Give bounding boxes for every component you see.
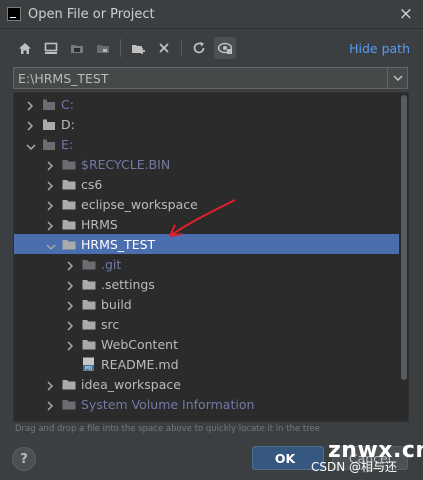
tree-scrollbar[interactable] [401,95,407,380]
tree-folder-item[interactable]: $RECYCLE.BIN [14,154,399,174]
title-bar: Open File or Project × [0,0,423,29]
chevron-right-icon[interactable] [26,99,36,111]
tree-item-label: HRMS_TEST [81,236,156,252]
module-folder-button[interactable] [92,37,114,59]
tree-item-label: D: [61,116,75,132]
tree-folder-item[interactable]: D: [14,114,399,134]
help-button[interactable]: ? [12,447,36,471]
path-history-dropdown[interactable] [387,68,407,88]
tree-folder-item[interactable]: src [14,314,399,334]
folder-icon [62,159,76,170]
annotation-arrow [169,199,236,237]
chevron-right-icon[interactable] [66,339,76,351]
new-folder-icon [131,44,145,54]
tree-item-label: C: [61,96,74,112]
close-button[interactable]: × [399,4,413,24]
drive-icon [42,99,56,110]
folder-icon [62,399,76,410]
toolbar-separator [181,39,182,57]
project-folder-button[interactable] [66,37,88,59]
tree-item-label: README.md [101,356,179,372]
tree-folder-item[interactable]: cs6 [14,174,399,194]
folder-icon [62,219,76,230]
tree-item-label: build [101,296,132,312]
folder-icon [62,199,76,210]
chevron-right-icon[interactable] [46,399,56,411]
dialog-title: Open File or Project [28,6,155,22]
tree-folder-item[interactable]: C: [14,94,399,114]
delete-button[interactable] [153,37,175,59]
folder-icon [82,259,96,270]
tree-file-item[interactable]: MD README.md [14,354,399,374]
watermark-author: CSDN @相与还 [311,460,398,474]
chevron-right-icon[interactable] [66,299,76,311]
tree-folder-item[interactable]: System Volume Information [14,394,399,414]
chevron-right-icon[interactable] [46,199,56,211]
desktop-icon [44,42,58,54]
tree-folder-item[interactable]: build [14,294,399,314]
tree-item-label: cs6 [81,176,103,192]
show-hidden-button[interactable] [214,37,236,59]
markdown-file-icon: MD [82,357,96,371]
tree-item-label: .settings [101,276,155,292]
tree-item-label: E: [61,136,74,152]
chevron-right-icon[interactable] [66,279,76,291]
chevron-right-icon[interactable] [46,159,56,171]
refresh-icon [193,42,205,54]
chevron-right-icon[interactable] [66,319,76,331]
chevron-right-icon[interactable] [46,219,56,231]
delete-icon [159,43,169,53]
tree-item-label: src [101,316,120,332]
drive-icon [42,139,56,150]
tree-item-label: $RECYCLE.BIN [81,156,171,172]
tree-item-label: .git [101,256,122,272]
svg-text:MD: MD [85,365,93,371]
folder-icon [82,299,96,310]
tree-folder-item[interactable]: E: [14,134,399,154]
toolbar: Hide path [0,30,423,66]
project-folder-icon [71,44,83,53]
folder-icon [62,179,76,190]
module-folder-icon [97,44,109,53]
folder-icon [62,239,76,250]
path-field[interactable] [13,67,408,89]
chevron-right-icon[interactable] [66,259,76,271]
tree-item-label: WebContent [101,336,178,352]
folder-icon [82,319,96,330]
intellij-icon [7,7,21,21]
tree-item-label: System Volume Information [81,396,255,412]
new-folder-button[interactable] [127,37,149,59]
folder-icon [82,339,96,350]
chevron-down-icon[interactable] [46,239,56,251]
path-input[interactable] [14,68,387,88]
chevron-right-icon[interactable] [46,379,56,391]
file-tree[interactable]: C: D: E: $RECYCLE.BIN cs6 eclipse_workspace HR… [13,92,409,422]
desktop-button[interactable] [40,37,62,59]
home-icon [19,42,31,54]
folder-icon [82,279,96,290]
chevron-right-icon[interactable] [26,119,36,131]
folder-icon [62,379,76,390]
tree-item-label: idea_workspace [81,376,181,392]
tree-folder-item[interactable]: .settings [14,274,399,294]
drag-drop-hint: Drag and drop a file into the space abov… [15,424,321,434]
chevron-down-icon [392,75,403,81]
show-hidden-icon [217,42,233,54]
hide-path-link[interactable]: Hide path [349,41,410,56]
chevron-right-icon[interactable] [46,179,56,191]
toolbar-separator [120,39,121,57]
tree-folder-item[interactable]: .git [14,254,399,274]
drive-icon [42,119,56,130]
refresh-button[interactable] [188,37,210,59]
chevron-down-icon[interactable] [26,139,36,151]
tree-folder-item[interactable]: idea_workspace [14,374,399,394]
tree-item-label: HRMS [81,216,118,232]
tree-folder-item[interactable]: WebContent [14,334,399,354]
home-button[interactable] [14,37,36,59]
